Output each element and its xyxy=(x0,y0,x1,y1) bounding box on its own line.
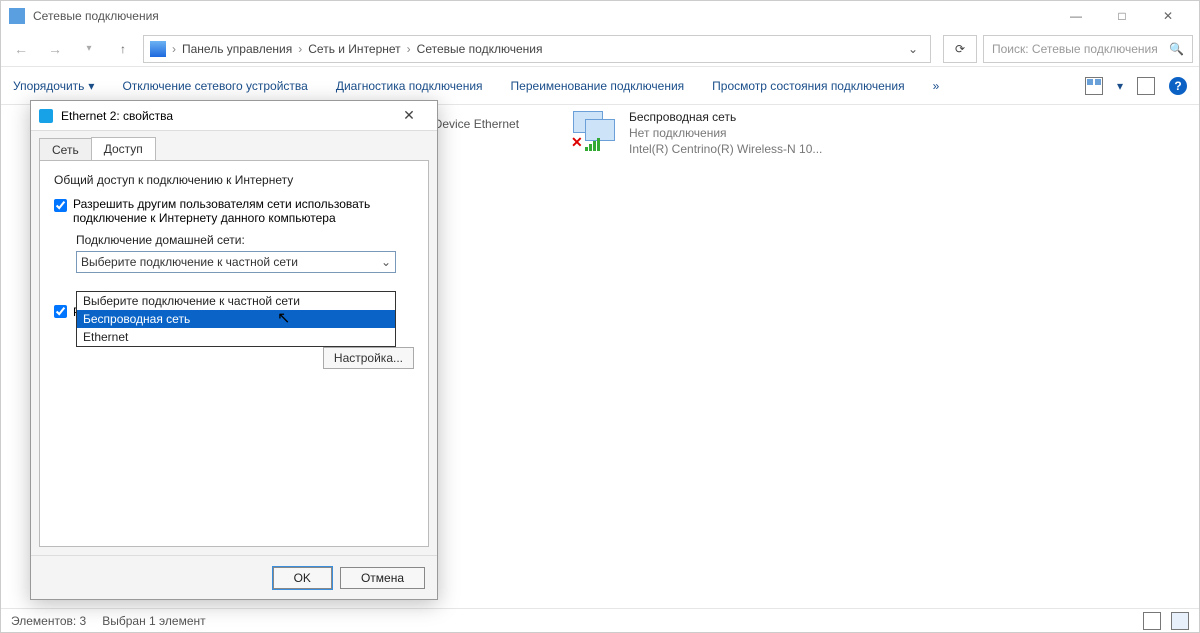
up-button[interactable]: ↑ xyxy=(109,42,137,56)
properties-dialog: Ethernet 2: свойства ✕ Сеть Доступ Общий… xyxy=(30,100,438,600)
crumb-root[interactable]: Панель управления xyxy=(182,42,292,56)
diagnose-button[interactable]: Диагностика подключения xyxy=(336,79,483,93)
cancel-button[interactable]: Отмена xyxy=(340,567,425,589)
home-network-combo[interactable]: Выберите подключение к частной сети ⌄ xyxy=(76,251,396,273)
dialog-button-row: OK Отмена xyxy=(31,555,437,599)
wifi-adapter: Intel(R) Centrino(R) Wireless-N 10... xyxy=(629,141,822,157)
crumb-mid[interactable]: Сеть и Интернет xyxy=(308,42,400,56)
more-chevron[interactable]: » xyxy=(933,79,940,93)
status-count: Элементов: 3 xyxy=(11,614,86,628)
ok-button[interactable]: OK xyxy=(273,567,332,589)
preview-pane-button[interactable] xyxy=(1137,77,1155,95)
status-selected: Выбран 1 элемент xyxy=(102,614,205,628)
details-view-button[interactable] xyxy=(1143,612,1161,630)
tab-strip: Сеть Доступ xyxy=(31,131,437,160)
wifi-bars-icon xyxy=(585,138,600,151)
network-item-wifi[interactable]: ✕ Беспроводная сеть Нет подключения Inte… xyxy=(571,109,822,158)
crumb-sep-icon: › xyxy=(172,42,176,56)
dropdown-option-wifi[interactable]: Беспроводная сеть ↖ xyxy=(77,310,395,328)
window-icon xyxy=(9,8,25,24)
tab-panel-access: Общий доступ к подключению к Интернету Р… xyxy=(39,160,429,547)
dialog-title: Ethernet 2: свойства xyxy=(61,109,173,123)
address-dropdown[interactable]: ⌄ xyxy=(902,42,924,56)
large-icons-view-button[interactable] xyxy=(1171,612,1189,630)
allow-sharing-checkbox[interactable] xyxy=(54,199,67,212)
view-icons-button[interactable] xyxy=(1085,77,1103,95)
search-placeholder: Поиск: Сетевые подключения xyxy=(992,42,1158,56)
allow-sharing-label: Разрешить другим пользователям сети испо… xyxy=(73,197,403,225)
settings-button[interactable]: Настройка... xyxy=(323,347,414,369)
disable-device-button[interactable]: Отключение сетевого устройства xyxy=(122,79,307,93)
tab-access[interactable]: Доступ xyxy=(91,137,156,160)
crumb-sep-icon: › xyxy=(298,42,302,56)
organize-menu[interactable]: Упорядочить▾ xyxy=(13,79,94,93)
dialog-icon xyxy=(39,109,53,123)
network-thumb: ✕ xyxy=(571,109,619,149)
cursor-icon: ↖ xyxy=(277,308,290,328)
dropdown-option-ethernet[interactable]: Ethernet xyxy=(77,328,395,346)
combo-value: Выберите подключение к частной сети xyxy=(81,255,298,269)
wifi-status: Нет подключения xyxy=(629,125,822,141)
view-dropdown-icon[interactable]: ▾ xyxy=(1117,79,1123,93)
address-bar[interactable]: › Панель управления › Сеть и Интернет › … xyxy=(143,35,931,63)
search-box[interactable]: Поиск: Сетевые подключения 🔍 xyxy=(983,35,1193,63)
tab-network[interactable]: Сеть xyxy=(39,138,92,161)
view-status-button[interactable]: Просмотр состояния подключения xyxy=(712,79,904,93)
minimize-button[interactable]: — xyxy=(1053,1,1099,31)
crumb-leaf[interactable]: Сетевые подключения xyxy=(417,42,543,56)
forward-button[interactable]: → xyxy=(41,35,69,63)
close-button[interactable]: ✕ xyxy=(1145,1,1191,31)
search-icon: 🔍 xyxy=(1169,42,1184,56)
help-icon[interactable]: ? xyxy=(1169,77,1187,95)
dialog-close-button[interactable]: ✕ xyxy=(389,107,429,124)
window-title: Сетевые подключения xyxy=(33,9,1053,23)
wifi-name: Беспроводная сеть xyxy=(629,109,822,125)
status-bar: Элементов: 3 Выбран 1 элемент xyxy=(1,608,1199,632)
crumb-sep-icon: › xyxy=(407,42,411,56)
chevron-down-icon: ▾ xyxy=(88,79,94,93)
group-label: Общий доступ к подключению к Интернету xyxy=(54,173,414,187)
back-button[interactable]: ← xyxy=(7,35,35,63)
address-icon xyxy=(150,41,166,57)
titlebar: Сетевые подключения — □ ✕ xyxy=(1,1,1199,31)
chevron-down-icon: ⌄ xyxy=(381,255,391,269)
recent-dropdown[interactable]: ▾ xyxy=(75,35,103,63)
maximize-button[interactable]: □ xyxy=(1099,1,1145,31)
home-network-dropdown: Выберите подключение к частной сети Бесп… xyxy=(76,291,396,347)
rename-button[interactable]: Переименование подключения xyxy=(511,79,685,93)
home-network-label: Подключение домашней сети: xyxy=(76,233,414,247)
allow-sharing-row: Разрешить другим пользователям сети испо… xyxy=(54,197,414,225)
disconnected-x-icon: ✕ xyxy=(571,134,583,151)
nav-row: ← → ▾ ↑ › Панель управления › Сеть и Инт… xyxy=(1,31,1199,67)
refresh-button[interactable]: ⟳ xyxy=(943,35,977,63)
allow-control-checkbox[interactable] xyxy=(54,305,67,318)
dropdown-option-placeholder[interactable]: Выберите подключение к частной сети xyxy=(77,292,395,310)
dialog-titlebar: Ethernet 2: свойства ✕ xyxy=(31,101,437,131)
